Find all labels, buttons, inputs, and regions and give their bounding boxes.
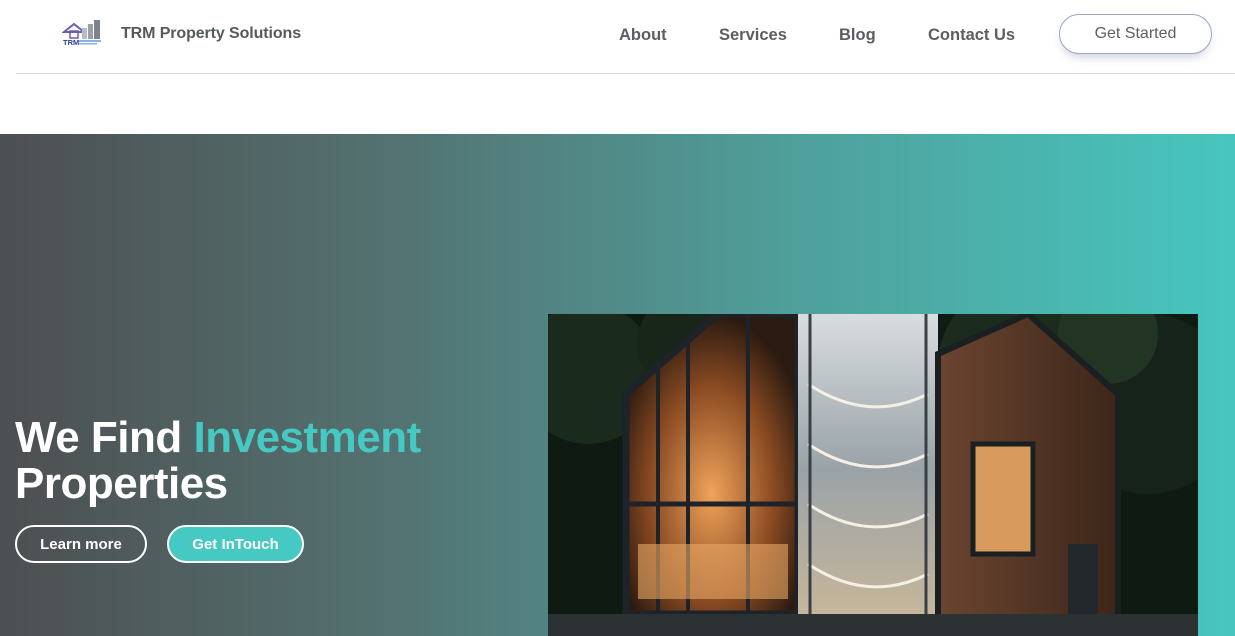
brand-name[interactable]: TRM Property Solutions (121, 25, 301, 43)
nav-contact-us[interactable]: Contact Us (928, 26, 1015, 45)
svg-text:TRM: TRM (63, 38, 79, 47)
hero-title: We Find Investment Properties (15, 415, 421, 507)
trm-logo[interactable]: TRM (62, 18, 104, 48)
learn-more-button[interactable]: Learn more (15, 525, 147, 563)
house-illustration (548, 314, 1198, 636)
nav-about[interactable]: About (619, 26, 667, 45)
nav-services[interactable]: Services (719, 26, 787, 45)
site-header: TRM TRM Property Solutions About Service… (0, 0, 1235, 73)
hero-section: We Find Investment Properties Learn more… (0, 134, 1235, 636)
nav-blog[interactable]: Blog (839, 26, 876, 45)
get-started-button[interactable]: Get Started (1059, 14, 1212, 54)
hero-title-accent: Investment (193, 413, 422, 462)
house-photo (548, 314, 1198, 636)
hero-title-part1: We Find (15, 413, 194, 462)
header-divider (16, 73, 1235, 74)
hero-title-part2: Properties (15, 459, 228, 508)
get-in-touch-button[interactable]: Get InTouch (167, 525, 304, 563)
